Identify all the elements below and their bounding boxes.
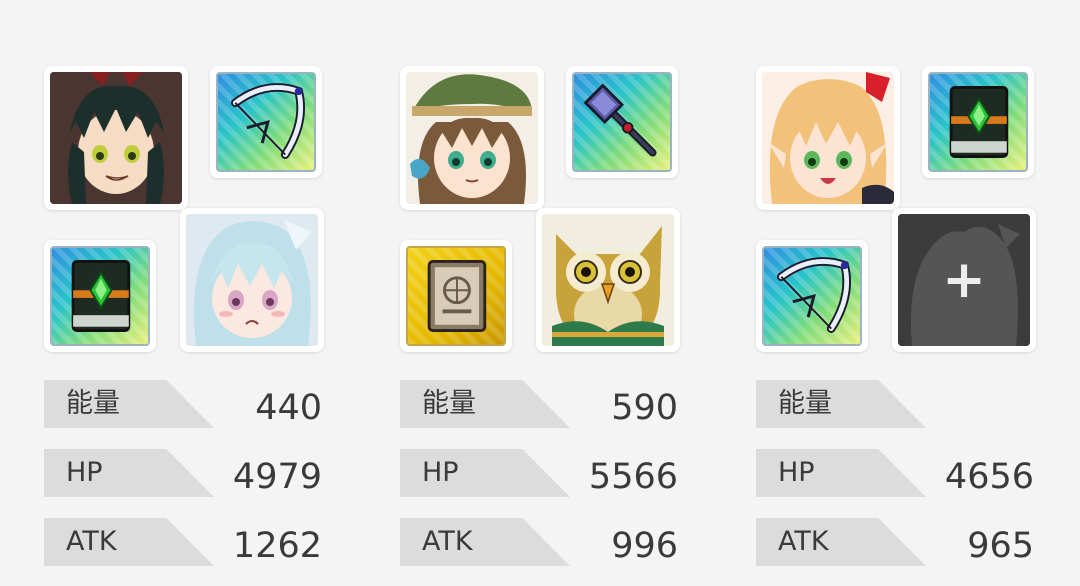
tome-icon [427,260,487,332]
green-hat-girl-portrait-icon [406,72,538,204]
green-gem-book-icon [949,86,1009,158]
stat-value: 4656 [944,457,1034,497]
stat-label: HP [66,457,103,488]
team-1: 能量 440 HP 4979 ATK 1262 [44,0,334,586]
stat-value: 996 [611,526,678,566]
leader-item-slot[interactable] [566,66,678,178]
stat-value: 5566 [588,457,678,497]
leader-portrait[interactable] [44,66,188,210]
stat-row-atk: ATK 1262 [44,518,334,566]
support-item-slot[interactable] [400,240,512,352]
leader-portrait[interactable] [756,66,900,210]
stat-value: 440 [255,388,322,428]
support-item-slot[interactable] [44,240,156,352]
stat-label: 能量 [422,388,476,419]
hammer-icon [583,83,657,157]
stat-row-hp: HP 4656 [756,449,1046,497]
support-empty-slot[interactable]: + [892,208,1036,352]
stat-row-hp: HP 4979 [44,449,334,497]
stat-label: HP [778,457,815,488]
stat-row-energy: 能量 440 [44,380,334,428]
blonde-elf-girl-portrait-icon [762,72,894,204]
team-3: + 能量 HP 4656 ATK 965 [756,0,1046,586]
stat-label: ATK [66,526,117,557]
stat-label: HP [422,457,459,488]
white-haired-girl-portrait-icon [186,214,318,346]
stat-row-energy: 能量 590 [400,380,690,428]
add-icon: + [942,250,986,310]
stat-label: ATK [778,526,829,557]
stat-row-atk: ATK 996 [400,518,690,566]
leader-portrait[interactable] [400,66,544,210]
bow-icon [776,257,851,333]
stat-row-energy: 能量 [756,380,1046,428]
support-portrait[interactable] [180,208,324,352]
leader-item-slot[interactable] [922,66,1034,178]
support-item-slot[interactable] [756,240,868,352]
stat-value: 1262 [232,526,322,566]
team-2: 能量 590 HP 5566 ATK 996 [400,0,690,586]
stat-value: 590 [611,388,678,428]
stat-label: ATK [422,526,473,557]
bow-icon [230,83,305,159]
support-portrait[interactable] [536,208,680,352]
leader-item-slot[interactable] [210,66,322,178]
dark-haired-boy-portrait-icon [50,72,182,204]
stat-row-atk: ATK 965 [756,518,1046,566]
stat-value: 4979 [232,457,322,497]
green-gem-book-icon [71,260,131,332]
stat-row-hp: HP 5566 [400,449,690,497]
stat-value: 965 [967,526,1034,566]
owl-portrait-icon [542,214,674,346]
stat-label: 能量 [778,388,832,419]
stat-label: 能量 [66,388,120,419]
